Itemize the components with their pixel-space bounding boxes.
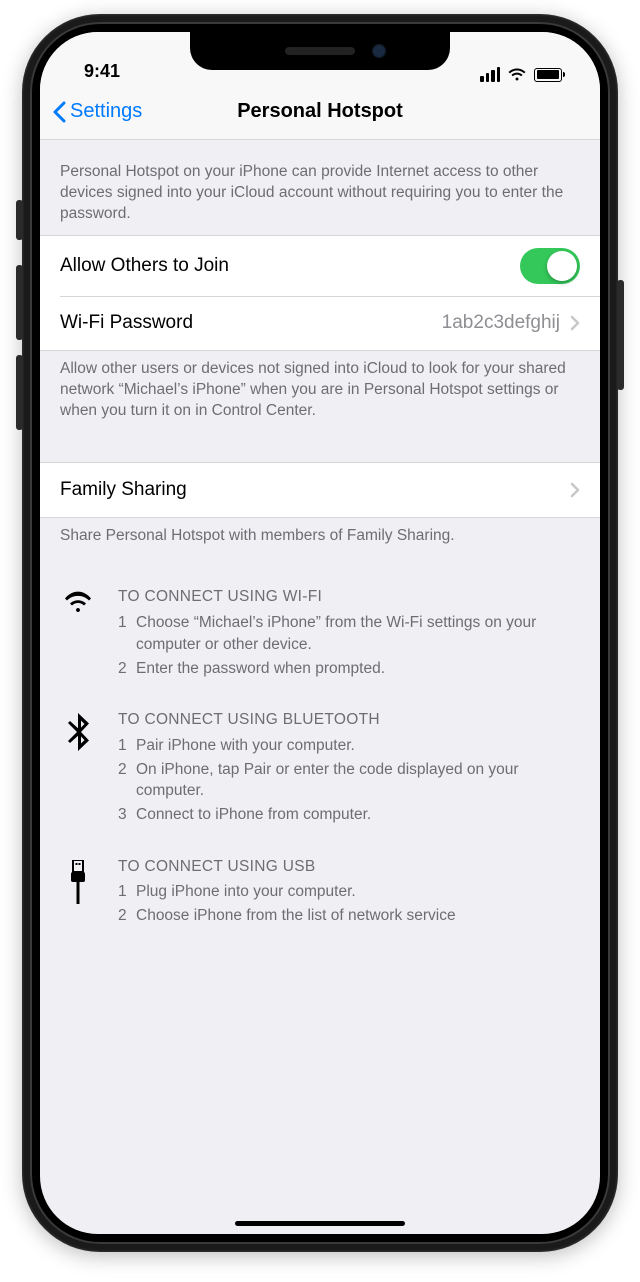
- allow-others-switch[interactable]: [520, 248, 580, 284]
- usb-instructions: TO CONNECT USING USB 1Plug iPhone into y…: [60, 836, 580, 937]
- allow-others-row[interactable]: Allow Others to Join: [40, 236, 600, 296]
- home-indicator[interactable]: [235, 1221, 405, 1226]
- bt-step-2: On iPhone, tap Pair or enter the code di…: [136, 759, 580, 802]
- wifi-instructions: TO CONNECT USING WI-FI 1Choose “Michael’…: [60, 566, 580, 689]
- wifi-password-row[interactable]: Wi-Fi Password 1ab2c3defghij: [40, 296, 600, 350]
- family-sharing-row[interactable]: Family Sharing: [40, 463, 600, 517]
- chevron-left-icon: [52, 101, 66, 123]
- usb-step-1: Plug iPhone into your computer.: [136, 881, 356, 903]
- hotspot-group: Allow Others to Join Wi-Fi Password 1ab2…: [40, 235, 600, 351]
- connection-instructions: TO CONNECT USING WI-FI 1Choose “Michael’…: [40, 556, 600, 966]
- chevron-right-icon: [570, 482, 580, 498]
- status-time: 9:41: [68, 61, 120, 82]
- allow-others-label: Allow Others to Join: [60, 255, 229, 277]
- wifi-icon: [60, 586, 96, 681]
- chevron-right-icon: [570, 315, 580, 331]
- battery-icon: [534, 68, 562, 82]
- wifi-step-2: Enter the password when prompted.: [136, 658, 385, 680]
- usb-heading: TO CONNECT USING USB: [118, 856, 580, 878]
- wifi-step-1: Choose “Michael’s iPhone” from the Wi-Fi…: [136, 612, 580, 655]
- bt-step-3: Connect to iPhone from computer.: [136, 804, 371, 826]
- screen: 9:41 Settings Personal Hotspot Personal …: [40, 32, 600, 1234]
- usb-icon: [60, 856, 96, 929]
- allow-desc: Allow other users or devices not signed …: [40, 351, 600, 432]
- bluetooth-instructions: TO CONNECT USING BLUETOOTH 1Pair iPhone …: [60, 689, 580, 835]
- wifi-password-value: 1ab2c3defghij: [442, 312, 560, 334]
- wifi-status-icon: [507, 67, 527, 82]
- intro-text: Personal Hotspot on your iPhone can prov…: [40, 140, 600, 235]
- wifi-password-label: Wi-Fi Password: [60, 312, 193, 334]
- back-button[interactable]: Settings: [52, 100, 142, 123]
- bluetooth-icon: [60, 709, 96, 827]
- content-scroll[interactable]: Personal Hotspot on your iPhone can prov…: [40, 140, 600, 1234]
- cellular-icon: [480, 67, 500, 82]
- nav-bar: Settings Personal Hotspot: [40, 84, 600, 140]
- bluetooth-heading: TO CONNECT USING BLUETOOTH: [118, 709, 580, 731]
- usb-step-2: Choose iPhone from the list of network s…: [136, 905, 456, 927]
- notch: [190, 32, 450, 70]
- wifi-heading: TO CONNECT USING WI-FI: [118, 586, 580, 608]
- family-group: Family Sharing: [40, 462, 600, 518]
- bt-step-1: Pair iPhone with your computer.: [136, 735, 355, 757]
- family-sharing-label: Family Sharing: [60, 479, 187, 501]
- family-desc: Share Personal Hotspot with members of F…: [40, 518, 600, 557]
- back-label: Settings: [70, 100, 142, 123]
